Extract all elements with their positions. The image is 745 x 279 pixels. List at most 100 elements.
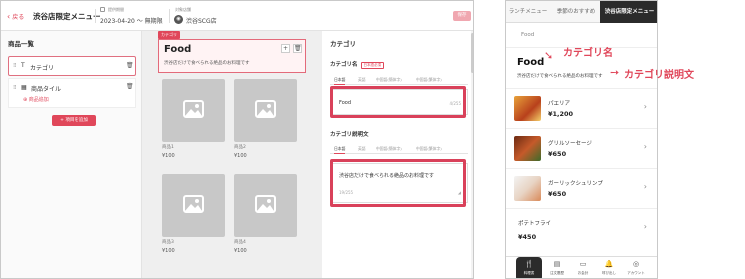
store-icon: ◉: [174, 15, 183, 24]
chevron-right-icon: ›: [643, 182, 647, 191]
product-price: ¥100: [234, 153, 247, 159]
drag-handle-icon[interactable]: ⠿: [13, 63, 17, 69]
product-price: ¥100: [234, 248, 247, 254]
phone-preview: ランチメニュー 季節のおすすめ 渋谷店限定メニュー Food Food 渋谷店だ…: [505, 0, 658, 279]
scrollbar-thumb[interactable]: [471, 33, 473, 73]
category-tag: カテゴリ: [158, 31, 180, 39]
annotation-category-desc: カテゴリ説明文: [624, 70, 694, 81]
highlight-box: [330, 159, 466, 207]
nav-label: 呼び出し: [602, 271, 616, 275]
divider: [95, 9, 96, 23]
highlight-box: [330, 86, 466, 118]
tab-chinese-simplified[interactable]: 中国語(簡体字): [376, 146, 402, 152]
tab-english[interactable]: 英語: [358, 146, 366, 152]
product-list-title: 商品一覧: [8, 40, 34, 48]
annotation-category-name: カテゴリ名: [563, 48, 613, 59]
category-desc-label: カテゴリ説明文: [330, 132, 369, 138]
menu-item[interactable]: ポテトフライ ¥450 ›: [506, 208, 657, 248]
arrow-left-icon: ➙: [610, 66, 620, 79]
add-icon[interactable]: +: [281, 44, 290, 53]
nav-call[interactable]: 🔔 呼び出し: [596, 257, 622, 278]
item-name: ガーリックシュリンプ: [548, 181, 603, 187]
fork-knife-icon: 🍴: [524, 260, 534, 268]
nav-label: お会計: [577, 271, 589, 275]
item-price: ¥450: [518, 233, 537, 241]
name-language-tabs: 日本語 英語 中国語(簡体字) 中国語(繁体字): [330, 75, 468, 85]
chevron-right-icon: ›: [643, 142, 647, 151]
product-price: ¥100: [162, 153, 175, 159]
nav-account[interactable]: ◎ アカウント: [623, 257, 649, 278]
wallet-icon: ▭: [579, 260, 587, 268]
trash-icon[interactable]: 🗑: [126, 62, 134, 69]
category-title: Food: [164, 44, 192, 55]
text-type-icon: T: [21, 62, 25, 69]
divider: [169, 9, 170, 23]
store-label: 対象店舗: [175, 7, 191, 12]
tab-japanese[interactable]: 日本語: [334, 77, 346, 85]
tab-japanese[interactable]: 日本語: [334, 146, 346, 154]
category-panel-title: カテゴリ: [330, 40, 356, 48]
save-button[interactable]: 保存: [453, 11, 471, 21]
chevron-right-icon: ›: [643, 102, 647, 111]
period-label: 提供期間: [108, 7, 124, 12]
nav-menu[interactable]: 🍴 料理書: [516, 257, 542, 278]
category-card[interactable]: Food 渋谷店だけで食べられる絶品のお料理です + 🗑: [158, 39, 306, 73]
menu-item[interactable]: ガーリックシュリンプ ¥650 ›: [506, 168, 657, 208]
calendar-icon: [100, 7, 105, 12]
tab-english[interactable]: 英語: [358, 77, 366, 83]
tile-item-label: 商品タイル: [31, 86, 62, 93]
layout-preview-panel: カテゴリ Food 渋谷店だけで食べられる絶品のお料理です + 🗑 商品1 ¥1…: [142, 31, 322, 278]
product-price: ¥100: [162, 248, 175, 254]
product-tile[interactable]: 商品3 ¥100: [162, 174, 225, 254]
screenshot-root: ‹ 戻る 渋谷店限定メニュー 提供期間 2023-04-20 ～ 無期限 対象店舗…: [0, 0, 745, 279]
add-item-button[interactable]: + 項目を追加: [52, 115, 96, 126]
drag-handle-icon[interactable]: ⠿: [13, 85, 17, 91]
category-list-item[interactable]: ⠿ T カテゴリ 🗑: [8, 56, 136, 76]
add-product-link[interactable]: ⊕ 商品追加: [23, 96, 49, 103]
category-name-label-text: カテゴリ名: [330, 62, 358, 68]
chevron-right-icon: ›: [643, 222, 647, 231]
menu-tabs: ランチメニュー 季節のおすすめ 渋谷店限定メニュー: [506, 1, 657, 23]
product-list-panel: 商品一覧 ⠿ T カテゴリ 🗑 ⠿ ▦ 商品タイル 🗑 ⊕ 商品追加 + 項目を…: [1, 31, 142, 278]
shrimp-photo: [514, 176, 541, 201]
phone-category-desc: 渋谷店だけで食べられる絶品のお料理です: [517, 74, 603, 79]
product-name: 商品3: [162, 240, 174, 245]
item-name: ポテトフライ: [518, 221, 552, 227]
category-item-label: カテゴリ: [30, 65, 55, 72]
editor-topbar: ‹ 戻る 渋谷店限定メニュー 提供期間 2023-04-20 ～ 無期限 対象店舗…: [1, 1, 473, 31]
phone-category-title: Food: [517, 57, 545, 68]
menu-title: 渋谷店限定メニュー: [33, 12, 101, 21]
product-tile[interactable]: 商品1 ¥100: [162, 79, 225, 159]
paella-photo: [514, 96, 541, 121]
scrollbar[interactable]: [471, 31, 473, 278]
product-tile[interactable]: 商品2 ¥100: [234, 79, 297, 159]
tab-chinese-traditional[interactable]: 中国語(繁体字): [416, 77, 442, 83]
menu-item[interactable]: グリルソーセージ ¥650 ›: [506, 128, 657, 168]
tab-chinese-traditional[interactable]: 中国語(繁体字): [416, 146, 442, 152]
product-tile[interactable]: 商品4 ¥100: [234, 174, 297, 254]
product-name: 商品2: [234, 145, 246, 150]
arrow-left-icon: ➘: [544, 49, 554, 62]
trash-icon[interactable]: 🗑: [126, 83, 134, 90]
tab-shibuya-limited[interactable]: 渋谷店限定メニュー: [600, 1, 657, 23]
tab-seasonal[interactable]: 季節のおすすめ: [552, 1, 600, 23]
image-placeholder-icon: [162, 174, 225, 237]
user-icon: ◎: [632, 260, 640, 268]
tab-lunch-menu[interactable]: ランチメニュー: [506, 1, 550, 23]
nav-checkout[interactable]: ▭ お会計: [570, 257, 596, 278]
menu-editor: ‹ 戻る 渋谷店限定メニュー 提供期間 2023-04-20 ～ 無期限 対象店舗…: [0, 0, 474, 279]
back-link[interactable]: ‹ 戻る: [7, 12, 24, 21]
category-settings-panel: カテゴリ カテゴリ名 日本語必須 日本語 英語 中国語(簡体字) 中国語(繁体字)…: [322, 31, 473, 278]
tab-chinese-simplified[interactable]: 中国語(簡体字): [376, 77, 402, 83]
sausage-photo: [514, 136, 541, 161]
receipt-icon: ▤: [553, 260, 561, 268]
category-subtab[interactable]: Food: [521, 32, 534, 38]
grid-icon: ▦: [21, 84, 27, 91]
nav-order-history[interactable]: ▤ 注文履歴: [544, 257, 570, 278]
chevron-left-icon: ‹: [7, 12, 11, 21]
desc-language-tabs: 日本語 英語 中国語(簡体字) 中国語(繁体字): [330, 144, 468, 154]
delete-icon[interactable]: 🗑: [293, 44, 302, 53]
tile-list-item[interactable]: ⠿ ▦ 商品タイル 🗑 ⊕ 商品追加: [8, 78, 136, 108]
bell-icon: 🔔: [604, 260, 614, 268]
menu-item[interactable]: パエリア ¥1,200 ›: [506, 88, 657, 128]
